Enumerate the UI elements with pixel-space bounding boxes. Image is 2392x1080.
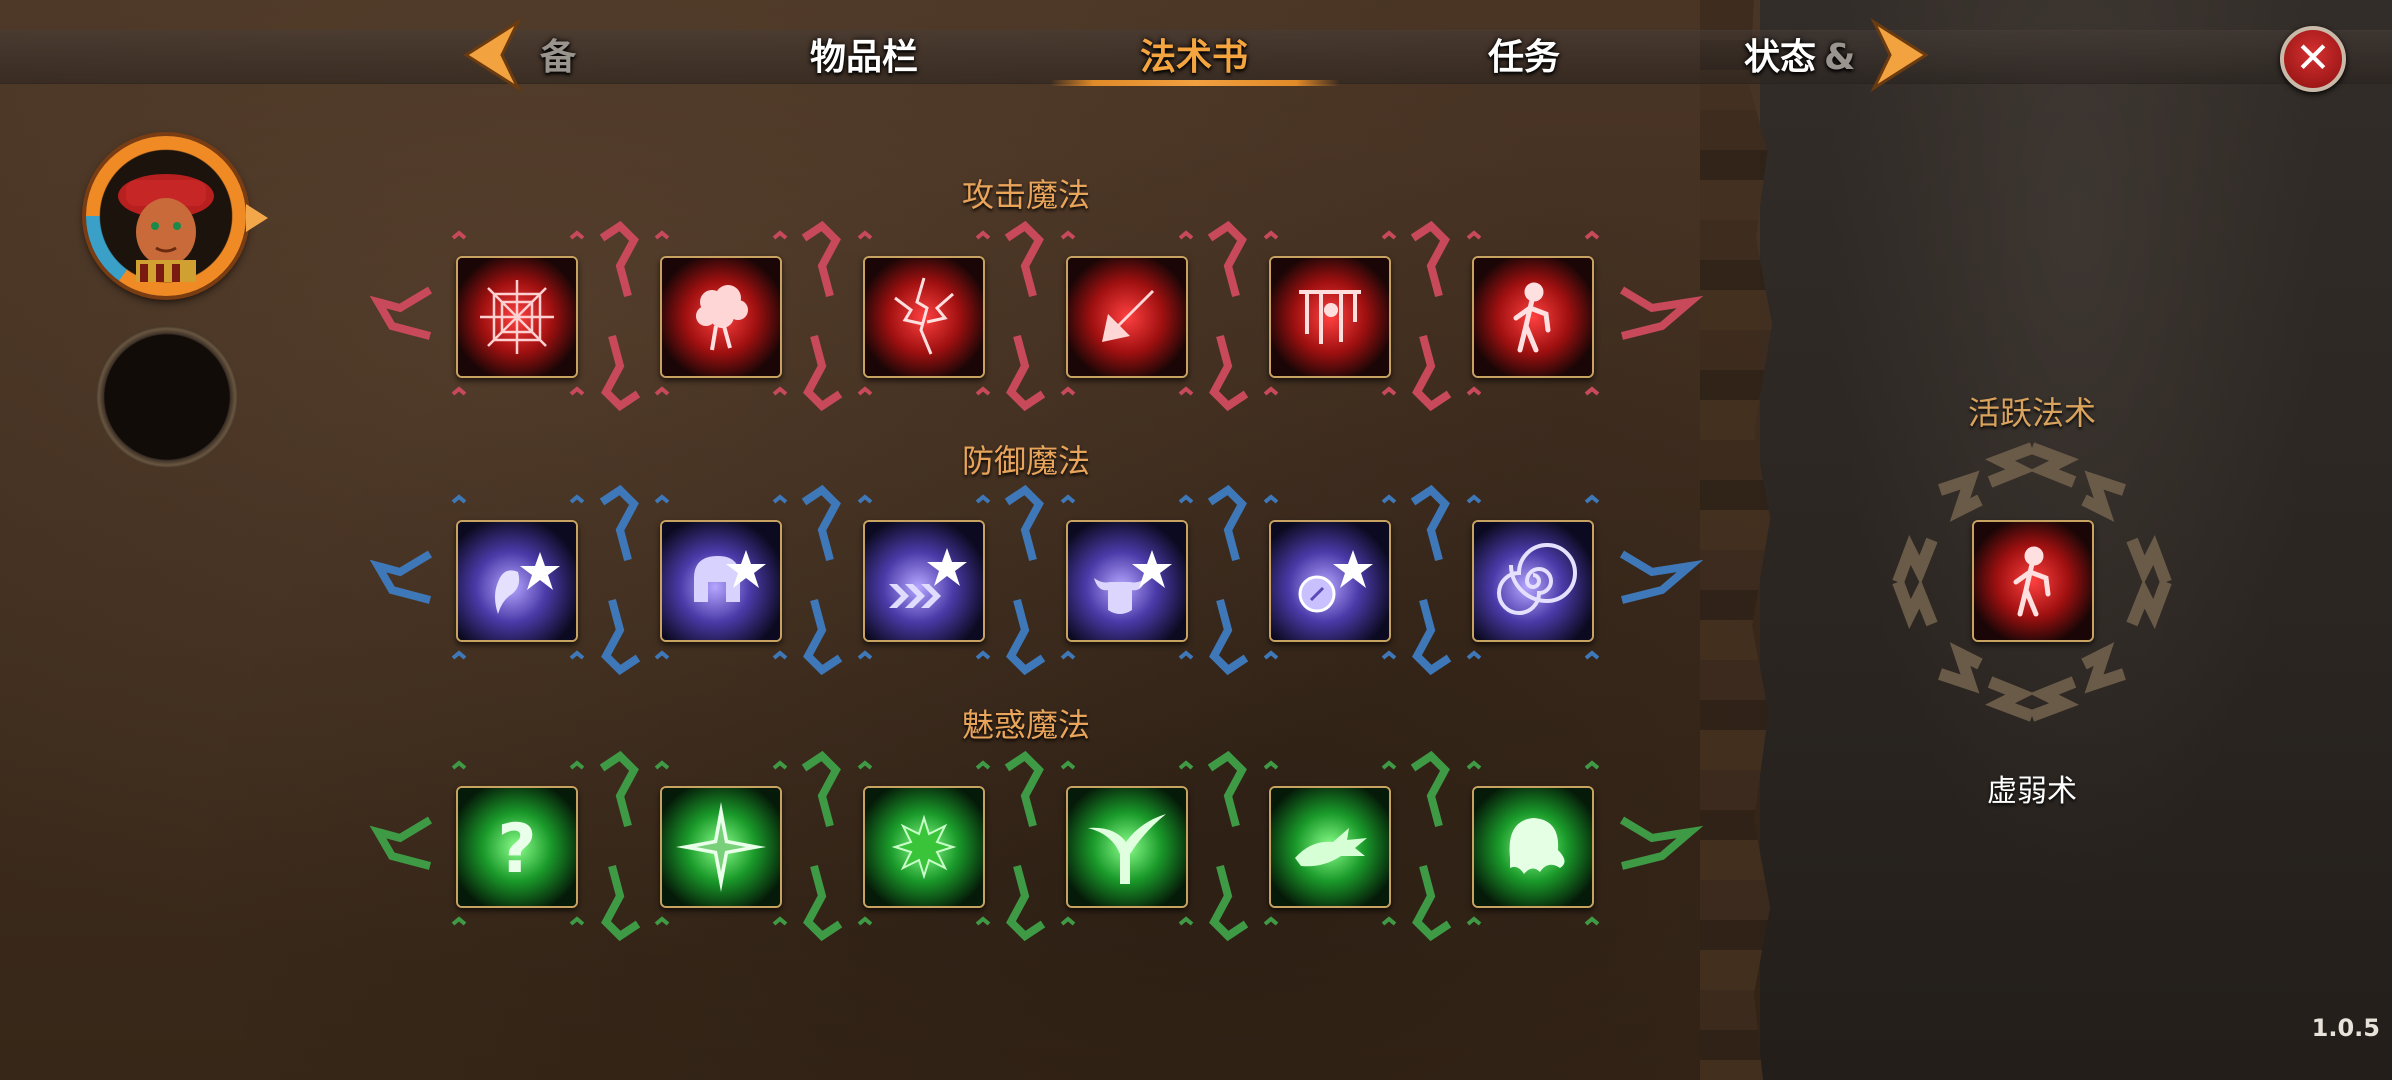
- charm-spell-1[interactable]: ?: [456, 786, 578, 908]
- active-spell-name: 虚弱术: [1987, 774, 2077, 809]
- active-spell-title: 活跃法术: [1967, 394, 2096, 432]
- speed-star-spell-icon: [865, 522, 983, 640]
- defense-spell-5[interactable]: [1269, 520, 1391, 642]
- attack-spell-6[interactable]: [1472, 256, 1594, 378]
- spiky-burst-spell-icon: [865, 788, 983, 906]
- lightning-spell-icon: [865, 258, 983, 376]
- charm-spell-4[interactable]: [1066, 786, 1188, 908]
- version-label: 1.0.5: [2311, 1014, 2380, 1042]
- defense-spell-6[interactable]: [1472, 520, 1594, 642]
- spiral-spell-icon: [1474, 522, 1592, 640]
- close-button[interactable]: ✕: [2280, 26, 2346, 92]
- charm-spell-5[interactable]: [1269, 786, 1391, 908]
- charm-spell-2[interactable]: [660, 786, 782, 908]
- orb-star-spell-icon: [1271, 522, 1389, 640]
- arrow-down-spell-icon: [1068, 258, 1186, 376]
- web-spell-icon: [458, 258, 576, 376]
- defense-spell-1[interactable]: [456, 520, 578, 642]
- weakness-spell-icon: [1974, 522, 2092, 640]
- helmet-star-spell-icon: [662, 522, 780, 640]
- brain-burst-spell-icon: [662, 258, 780, 376]
- charm-spell-6[interactable]: [1472, 786, 1594, 908]
- svg-text:?: ?: [497, 810, 536, 889]
- tab-next-partial[interactable]: &: [1824, 30, 1855, 82]
- defense-spell-4[interactable]: [1066, 520, 1188, 642]
- bull-star-spell-icon: [1068, 522, 1186, 640]
- attack-spell-1[interactable]: [456, 256, 578, 378]
- defense-spell-3[interactable]: [863, 520, 985, 642]
- compass-star-spell-icon: [662, 788, 780, 906]
- claw-spell-icon: [1068, 788, 1186, 906]
- ghost-spell-icon: [1474, 788, 1592, 906]
- next-tab-arrow-icon[interactable]: [1866, 16, 1936, 94]
- charm-spell-3[interactable]: [863, 786, 985, 908]
- attack-spell-4[interactable]: [1066, 256, 1188, 378]
- attack-spell-2[interactable]: [660, 256, 782, 378]
- attack-spell-3[interactable]: [863, 256, 985, 378]
- close-icon: ✕: [2295, 33, 2331, 82]
- rain-figure-spell-icon: [1271, 258, 1389, 376]
- weakness-spell-icon: [1474, 258, 1592, 376]
- defense-spell-2[interactable]: [660, 520, 782, 642]
- dragon-spell-icon: [1271, 788, 1389, 906]
- question-spell-icon: ?: [458, 788, 576, 906]
- ghost-star-spell-icon: [458, 522, 576, 640]
- attack-spell-5[interactable]: [1269, 256, 1391, 378]
- active-spell-slot[interactable]: [1972, 520, 2094, 642]
